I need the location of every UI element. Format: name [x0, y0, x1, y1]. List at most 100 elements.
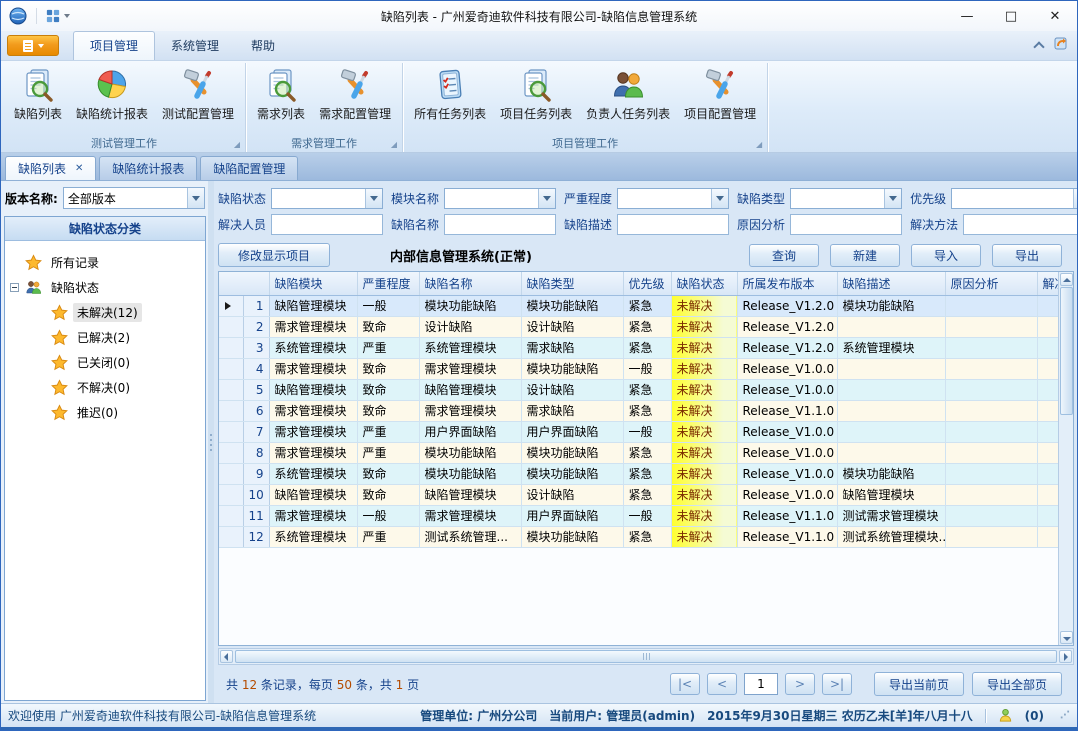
vertical-scroll-thumb[interactable]: [1060, 287, 1073, 415]
cell-priority[interactable]: 紧急: [623, 484, 671, 505]
cell-status[interactable]: 未解决: [671, 442, 737, 463]
cell-type[interactable]: 模块功能缺陷: [521, 295, 623, 316]
row-number-cell[interactable]: 7: [243, 421, 269, 442]
tree-item-postponed[interactable]: 推迟(0): [9, 400, 201, 425]
project-tasks-button[interactable]: 项目任务列表: [493, 64, 579, 124]
row-number-cell[interactable]: 3: [243, 337, 269, 358]
cell-release[interactable]: Release_V1.1.0: [737, 526, 837, 547]
horizontal-scrollbar[interactable]: [218, 648, 1074, 665]
tab-close-icon[interactable]: [75, 163, 83, 174]
cell-reason[interactable]: [945, 337, 1037, 358]
combo-dropdown-button[interactable]: [365, 189, 382, 208]
cell-module[interactable]: 系统管理模块: [269, 463, 357, 484]
quick-access-tiles-icon[interactable]: [46, 9, 70, 23]
scroll-up-arrow[interactable]: [1060, 273, 1073, 286]
cell-module[interactable]: 缺陷管理模块: [269, 484, 357, 505]
defect-list-button[interactable]: 缺陷列表: [7, 64, 69, 124]
scroll-left-arrow[interactable]: [220, 650, 233, 663]
cell-status[interactable]: 未解决: [671, 379, 737, 400]
cell-solution[interactable]: [1037, 442, 1058, 463]
cell-name[interactable]: 测试系统管理...: [419, 526, 521, 547]
row-number-cell[interactable]: 10: [243, 484, 269, 505]
cell-status[interactable]: 未解决: [671, 337, 737, 358]
ribbon-collapse-icon[interactable]: [1033, 41, 1044, 52]
query-button[interactable]: 查询: [749, 244, 819, 267]
cell-desc[interactable]: [837, 358, 945, 379]
cell-solution[interactable]: [1037, 505, 1058, 526]
prev-page-button[interactable]: <: [707, 673, 737, 695]
cell-type[interactable]: 模块功能缺陷: [521, 442, 623, 463]
cell-priority[interactable]: 紧急: [623, 526, 671, 547]
cell-release[interactable]: Release_V1.0.0: [737, 379, 837, 400]
page-number-input[interactable]: [744, 673, 778, 695]
cell-desc[interactable]: [837, 421, 945, 442]
cell-priority[interactable]: 一般: [623, 505, 671, 526]
cell-desc[interactable]: 缺陷管理模块: [837, 484, 945, 505]
cell-severity[interactable]: 致命: [357, 379, 419, 400]
cell-priority[interactable]: 紧急: [623, 295, 671, 316]
export-button[interactable]: 导出: [992, 244, 1062, 267]
filter-input-resolver[interactable]: [271, 214, 383, 235]
cell-severity[interactable]: 一般: [357, 295, 419, 316]
cell-status[interactable]: 未解决: [671, 316, 737, 337]
cell-priority[interactable]: 一般: [623, 421, 671, 442]
row-number-cell[interactable]: 1: [243, 295, 269, 316]
row-number-cell[interactable]: 11: [243, 505, 269, 526]
cell-priority[interactable]: 紧急: [623, 463, 671, 484]
cell-module[interactable]: 缺陷管理模块: [269, 295, 357, 316]
cell-module[interactable]: 需求管理模块: [269, 442, 357, 463]
cell-solution[interactable]: [1037, 316, 1058, 337]
cell-name[interactable]: 设计缺陷: [419, 316, 521, 337]
cell-name[interactable]: 用户界面缺陷: [419, 421, 521, 442]
cell-desc[interactable]: 测试需求管理模块: [837, 505, 945, 526]
cell-name[interactable]: 需求管理模块: [419, 358, 521, 379]
import-button[interactable]: 导入: [911, 244, 981, 267]
cell-status[interactable]: 未解决: [671, 505, 737, 526]
cell-severity[interactable]: 致命: [357, 484, 419, 505]
cell-reason[interactable]: [945, 442, 1037, 463]
cell-type[interactable]: 模块功能缺陷: [521, 526, 623, 547]
cell-name[interactable]: 系统管理模块: [419, 337, 521, 358]
row-number-cell[interactable]: 4: [243, 358, 269, 379]
combo-dropdown-button[interactable]: [538, 189, 555, 208]
cell-severity[interactable]: 一般: [357, 505, 419, 526]
cell-release[interactable]: Release_V1.0.0: [737, 442, 837, 463]
combo-dropdown-button[interactable]: [187, 188, 204, 208]
cell-module[interactable]: 需求管理模块: [269, 316, 357, 337]
column-header-status[interactable]: 缺陷状态: [671, 272, 737, 295]
cell-desc[interactable]: 模块功能缺陷: [837, 295, 945, 316]
cell-solution[interactable]: [1037, 526, 1058, 547]
style-gallery-icon[interactable]: [1053, 35, 1069, 55]
cell-severity[interactable]: 致命: [357, 400, 419, 421]
cell-priority[interactable]: 紧急: [623, 442, 671, 463]
cell-solution[interactable]: [1037, 295, 1058, 316]
column-header-type[interactable]: 缺陷类型: [521, 272, 623, 295]
row-number-cell[interactable]: 5: [243, 379, 269, 400]
dialog-launcher-icon[interactable]: [234, 141, 240, 149]
cell-module[interactable]: 缺陷管理模块: [269, 379, 357, 400]
column-header-release[interactable]: 所属发布版本: [737, 272, 837, 295]
cell-reason[interactable]: [945, 358, 1037, 379]
cell-severity[interactable]: 致命: [357, 316, 419, 337]
cell-module[interactable]: 需求管理模块: [269, 400, 357, 421]
row-number-cell[interactable]: 6: [243, 400, 269, 421]
cell-solution[interactable]: [1037, 379, 1058, 400]
vertical-scrollbar[interactable]: [1058, 272, 1073, 645]
cell-reason[interactable]: [945, 421, 1037, 442]
scroll-right-arrow[interactable]: [1059, 650, 1072, 663]
cell-name[interactable]: 模块功能缺陷: [419, 463, 521, 484]
cell-release[interactable]: Release_V1.2.0: [737, 295, 837, 316]
cell-solution[interactable]: [1037, 463, 1058, 484]
cell-reason[interactable]: [945, 484, 1037, 505]
tree-item-resolved[interactable]: 已解决(2): [9, 325, 201, 350]
row-number-cell[interactable]: 2: [243, 316, 269, 337]
cell-desc[interactable]: 系统管理模块: [837, 337, 945, 358]
minimize-button[interactable]: —: [945, 1, 989, 31]
cell-status[interactable]: 未解决: [671, 400, 737, 421]
export-current-page-button[interactable]: 导出当前页: [874, 672, 964, 696]
dialog-launcher-icon[interactable]: [391, 141, 397, 149]
cell-desc[interactable]: [837, 400, 945, 421]
modify-columns-button[interactable]: 修改显示项目: [218, 243, 330, 267]
export-all-pages-button[interactable]: 导出全部页: [972, 672, 1062, 696]
maximize-button[interactable]: □: [989, 1, 1033, 31]
